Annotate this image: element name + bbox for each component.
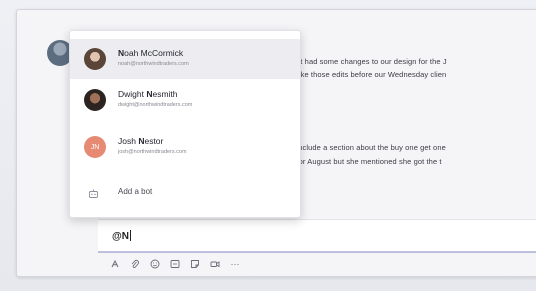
more-label: ··· [230, 259, 240, 269]
suggestion-email: dwight@northwindtraders.com [118, 102, 193, 108]
add-bot-label: Add a bot [118, 187, 153, 196]
suggestion-item-dwight[interactable]: Dwight Nesmith dwight@northwindtraders.c… [70, 80, 300, 120]
emoji-icon[interactable] [150, 259, 160, 269]
compose-text: @N [112, 231, 129, 242]
avatar [84, 89, 106, 111]
app-window: lant had some changes to our design for … [0, 0, 536, 291]
compose-toolbar: ··· [110, 259, 240, 269]
avatar [84, 48, 106, 70]
meet-icon[interactable] [210, 259, 220, 269]
avatar-initials: JN [90, 143, 100, 151]
sticker-icon[interactable] [190, 259, 200, 269]
add-bot-item[interactable]: Add a bot [70, 177, 300, 207]
compose-box[interactable]: @N [98, 219, 536, 253]
bot-icon [88, 186, 99, 198]
suggestion-name: Dwight Nesmith [118, 89, 178, 99]
suggestion-name: Noah McCormick [118, 48, 184, 58]
text-caret [129, 230, 131, 241]
suggestion-email: noah@northwindtraders.com [118, 61, 189, 67]
compose-input[interactable]: @N [112, 230, 131, 242]
mention-suggestions-popup: Noah McCormick noah@northwindtraders.com… [69, 30, 301, 218]
avatar: JN [84, 136, 106, 158]
message-text-line: lant had some changes to our design for … [290, 57, 447, 66]
message-text-line: o include a section about the buy one ge… [290, 143, 446, 152]
message-text-line: d for August but she mentioned she got t… [290, 157, 442, 166]
suggestion-item-josh[interactable]: JN Josh Nestor josh@northwindtraders.com [70, 127, 300, 167]
attach-icon[interactable] [130, 259, 140, 269]
gif-icon[interactable] [170, 259, 180, 269]
format-icon[interactable] [110, 259, 120, 269]
suggestion-item-noah[interactable]: Noah McCormick noah@northwindtraders.com [70, 39, 300, 79]
suggestion-email: josh@northwindtraders.com [118, 149, 187, 155]
compose-focus-underline [98, 251, 536, 253]
suggestion-name: Josh Nestor [118, 136, 164, 146]
more-icon[interactable]: ··· [230, 259, 240, 269]
message-text-line: make those edits before our Wednesday cl… [290, 70, 447, 79]
